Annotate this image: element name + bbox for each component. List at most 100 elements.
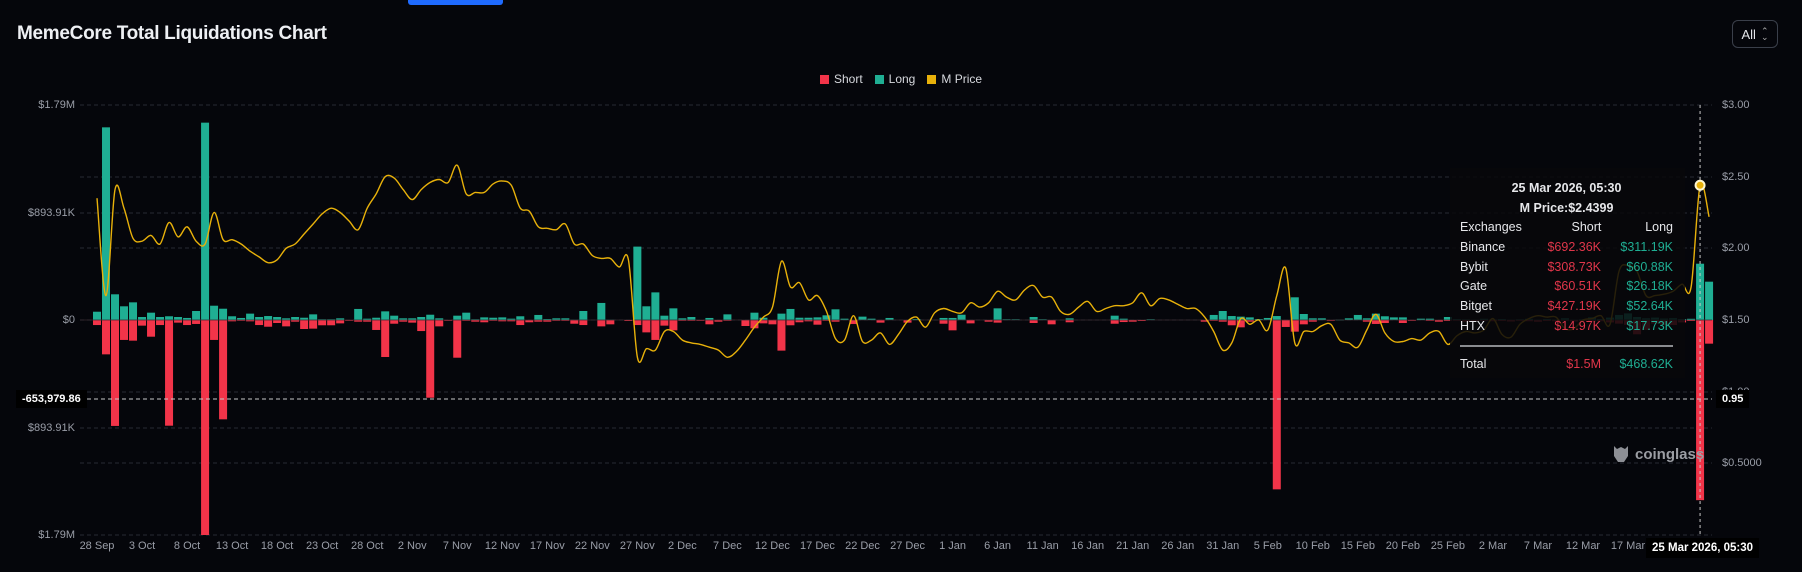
long-bar: [381, 311, 390, 320]
long-bar: [723, 314, 732, 320]
short-bar: [273, 320, 282, 324]
short-value: $692.36K: [1547, 239, 1601, 254]
right-axis-tick: $1.50: [1722, 314, 1750, 326]
tooltip-divider: [1460, 344, 1673, 347]
short-bar: [219, 320, 228, 420]
long-bar: [147, 312, 156, 320]
short-bar: [435, 320, 444, 327]
short-bar: [417, 320, 426, 332]
short-value: $308.73K: [1547, 259, 1601, 274]
long-bar: [264, 316, 273, 320]
short-bar: [948, 320, 957, 331]
short-bar: [516, 320, 525, 326]
short-bar: [102, 320, 111, 355]
long-bar: [309, 314, 318, 320]
long-bar: [453, 315, 462, 320]
long-bar: [102, 127, 111, 320]
x-axis-tick: 2 Dec: [668, 540, 697, 552]
left-axis-tick: $893.91K: [27, 206, 75, 219]
long-bar: [786, 308, 795, 320]
short-bar: [1272, 320, 1281, 490]
short-bar: [579, 320, 588, 326]
coinglass-watermark: coinglass: [1612, 444, 1704, 464]
long-bar: [579, 310, 588, 320]
tooltip-price: M Price:$2.4399: [1519, 201, 1614, 215]
short-bar: [966, 320, 975, 324]
long-bar: [138, 316, 147, 320]
long-bar: [354, 308, 363, 320]
x-axis-tick: 16 Jan: [1071, 540, 1105, 552]
short-bar: [129, 320, 138, 341]
tooltip-row: Bybit $308.73K $60.88K: [1460, 258, 1673, 278]
long-bar: [1705, 281, 1714, 320]
x-axis-tick: 10 Feb: [1295, 540, 1330, 552]
x-axis-tick: 18 Oct: [260, 540, 294, 552]
x-axis-tick: 22 Nov: [574, 540, 610, 552]
short-bar: [300, 320, 309, 330]
tooltip-row: Bitget $427.19K $52.64K: [1460, 297, 1673, 317]
short-bar: [192, 320, 201, 324]
long-bar: [291, 316, 300, 320]
long-bar: [417, 316, 426, 320]
short-bar: [156, 320, 165, 326]
long-bar: [516, 316, 525, 320]
short-bar: [453, 320, 462, 358]
long-bar: [255, 316, 264, 320]
long-bar: [993, 308, 1002, 320]
exchange-name: Binance: [1460, 239, 1506, 254]
x-axis-tick: 17 Mar: [1610, 540, 1646, 552]
short-bar: [318, 320, 327, 326]
tooltip-total-row: Total $1.5M $468.62K: [1460, 355, 1673, 375]
x-axis-tick: 22 Dec: [845, 540, 880, 552]
short-bar: [138, 320, 147, 326]
x-axis-tick: 31 Jan: [1206, 540, 1240, 552]
long-bar: [651, 292, 660, 320]
short-bar: [426, 320, 435, 398]
long-bar: [1380, 316, 1389, 320]
short-bar: [201, 320, 210, 535]
tooltip-date: 25 Mar 2026, 05:30: [1511, 181, 1622, 195]
long-bar: [273, 316, 282, 320]
x-axis-tick: 15 Feb: [1340, 540, 1375, 552]
short-bar: [264, 320, 273, 327]
total-long: $468.62K: [1619, 356, 1673, 371]
short-bar: [1705, 320, 1714, 344]
long-bar: [390, 315, 399, 320]
long-bar: [597, 302, 606, 320]
short-bar: [93, 320, 101, 326]
x-axis-tick: 5 Feb: [1253, 540, 1282, 552]
x-axis-tick: 17 Dec: [800, 540, 835, 552]
long-bar: [156, 316, 165, 320]
x-axis-tick: 12 Dec: [755, 540, 790, 552]
x-axis-tick: 13 Oct: [215, 540, 249, 552]
header-exchanges: Exchanges: [1460, 220, 1522, 234]
x-axis-tick: 26 Jan: [1161, 540, 1195, 552]
long-bar: [1029, 316, 1038, 320]
short-bar: [669, 320, 678, 331]
x-axis-tick: 1 Jan: [939, 540, 967, 552]
short-bar: [660, 320, 669, 326]
long-bar: [462, 312, 471, 320]
long-bar: [642, 306, 651, 320]
crosshair-x-label: 25 Mar 2026, 05:30: [1646, 538, 1760, 558]
exchange-name: Bitget: [1460, 299, 1492, 314]
short-bar: [606, 320, 615, 325]
x-axis-tick: 7 Mar: [1523, 540, 1553, 552]
left-axis-tick: $0: [62, 314, 75, 326]
short-value: $427.19K: [1547, 299, 1601, 314]
long-bar: [831, 309, 840, 320]
long-bar: [228, 316, 237, 320]
short-bar: [1380, 320, 1389, 324]
short-bar: [1281, 320, 1290, 327]
x-axis-tick: 3 Oct: [128, 540, 156, 552]
x-axis-tick: 27 Dec: [890, 540, 925, 552]
short-bar: [165, 320, 174, 426]
long-bar: [93, 311, 101, 320]
right-axis-tick: $2.50: [1722, 170, 1750, 183]
long-bar: [687, 316, 696, 320]
long-bar: [246, 313, 255, 320]
short-bar: [1299, 320, 1308, 325]
short-value: $60.51K: [1554, 279, 1601, 294]
short-bar: [255, 320, 264, 326]
left-axis-tick: $1.79M: [38, 99, 75, 111]
